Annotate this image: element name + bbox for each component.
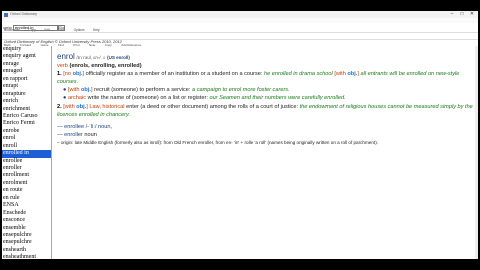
word-list-item[interactable]: enquiry agent [2,53,51,60]
search-row: opelar enrolled in Go [2,24,478,32]
word-list-item[interactable]: ensepulchre [2,232,51,239]
headword: enrol [57,52,75,61]
word-list-item[interactable]: Ensched​e [2,210,51,217]
word-list-item[interactable]: enrage [2,61,51,68]
word-list-item[interactable]: en rule [2,195,51,202]
word-list-item[interactable]: enrich [2,98,51,105]
sense-1-definition: officially register as a member of an in… [85,71,263,78]
word-list-item[interactable]: ensheathment [2,254,51,259]
word-list-item[interactable]: enrichment [2,106,51,113]
grammar-label: [with obj.] [63,103,88,110]
word-list-item[interactable]: ensconce [2,217,51,224]
word-list-item[interactable]: Enrico Caruso [2,113,51,120]
word-list-item[interactable]: enrollee [2,158,51,165]
sense-2-definition: enter (a deed or other document) among t… [126,103,299,110]
register-label: archaic [67,95,86,102]
word-list-item[interactable]: Enrico Fermi [2,120,51,127]
close-button[interactable]: ✕ [467,11,477,18]
source-line: Oxford Dictionary of English © Oxford Un… [4,39,122,44]
minimize-button[interactable]: – [447,11,457,18]
grammar-link[interactable]: obj. [76,104,86,110]
sense-number-1: 1. [57,71,62,78]
word-list-item[interactable]: enrollment [2,172,51,179]
dictionary-entry: enrol /ɪnˈrəʊl, ɛn-/ ♫ (US enroll) verb … [57,52,473,146]
region-variant: (US enroll) [107,55,130,60]
derivative-dash-icon: — [57,123,63,130]
word-list-item[interactable]: enraged [2,68,51,75]
word-list-item[interactable]: en rapport [2,76,51,83]
subject-label: Law, historical [89,103,125,110]
sense-number-2: 2. [57,103,62,110]
word-list-item[interactable]: enroller [2,165,51,172]
word-list-item[interactable]: enrobe [2,128,51,135]
grammar-link[interactable]: obj. [347,71,357,77]
grammar-label: [with obj.] [67,87,93,94]
search-button[interactable]: Go [58,25,65,31]
speaker-icon[interactable]: ♫ [102,55,105,60]
vertical-scrollbar[interactable] [475,46,478,259]
sense-1-example: he enrolled in drama school [264,71,333,78]
word-list-item[interactable]: enrapture [2,91,51,98]
sense-1b-definition: write the name of (someone) on a list or… [87,95,208,102]
word-list-item[interactable]: enroll [2,143,51,150]
part-of-speech: verb [57,63,68,70]
origin-bullet-icon: – [57,139,60,145]
dictionary-window: Oxford Dictionary – □ ✕ Bookmarks Copy E… [2,11,478,259]
word-list-item[interactable]: enrolled in [2,150,51,158]
search-label: opelar [3,26,12,30]
word-list-item[interactable]: en route [2,187,51,194]
inflections: (enrols, enrolling, enrolled) [69,63,142,70]
derivative-enroller-info: noun [84,131,97,138]
menu-bar: Bookmarks Copy Edit View Options Help [2,18,478,32]
word-list-item[interactable]: enrol [2,135,51,142]
derivative-enroller: enroller [64,131,83,138]
derivative-enrollee: enrollee [64,123,85,130]
bullet-icon: ● [63,87,67,94]
grammar-link[interactable]: obj. [73,71,83,77]
grammar-link[interactable]: obj. [81,87,91,93]
search-input[interactable]: enrolled in [13,25,58,31]
word-list-item[interactable]: ensemble [2,225,51,232]
sense-1a-example: a campaign to enrol more foster carers. [192,87,290,94]
word-list: enquiry enquiry agent enrage enraged en rapp… [2,46,52,259]
origin-text: origin: late Middle English (formerly al… [60,139,379,145]
app-icon [4,12,8,17]
pronunciation: /ɪnˈrəʊl, ɛn-/ [76,55,101,60]
word-list-item[interactable]: enshearth [2,247,51,254]
derivative-enrollee-info: /-ˈliː/ noun, [85,123,113,130]
word-list-item[interactable]: enquiry [2,46,51,53]
derivative-dash-icon: — [57,131,63,138]
word-list-item[interactable]: enrolment [2,180,51,187]
word-list-item[interactable]: ensepulchre [2,239,51,246]
sense-1a-definition: recruit (someone) to perform a service: [94,87,191,94]
window-title: Oxford Dictionary [10,12,38,16]
toolbar-add-reference[interactable]: Add Reference [121,42,141,48]
grammar-label: [with obj.] [334,71,359,78]
maximize-button[interactable]: □ [457,11,467,18]
bullet-icon: ● [63,95,67,102]
grammar-label: [no obj.] [63,71,85,78]
word-list-item[interactable]: enrapt [2,83,51,90]
sense-1b-example: our Seamen and their numbers were carefu… [209,95,346,102]
word-list-item[interactable]: ENSA [2,202,51,209]
